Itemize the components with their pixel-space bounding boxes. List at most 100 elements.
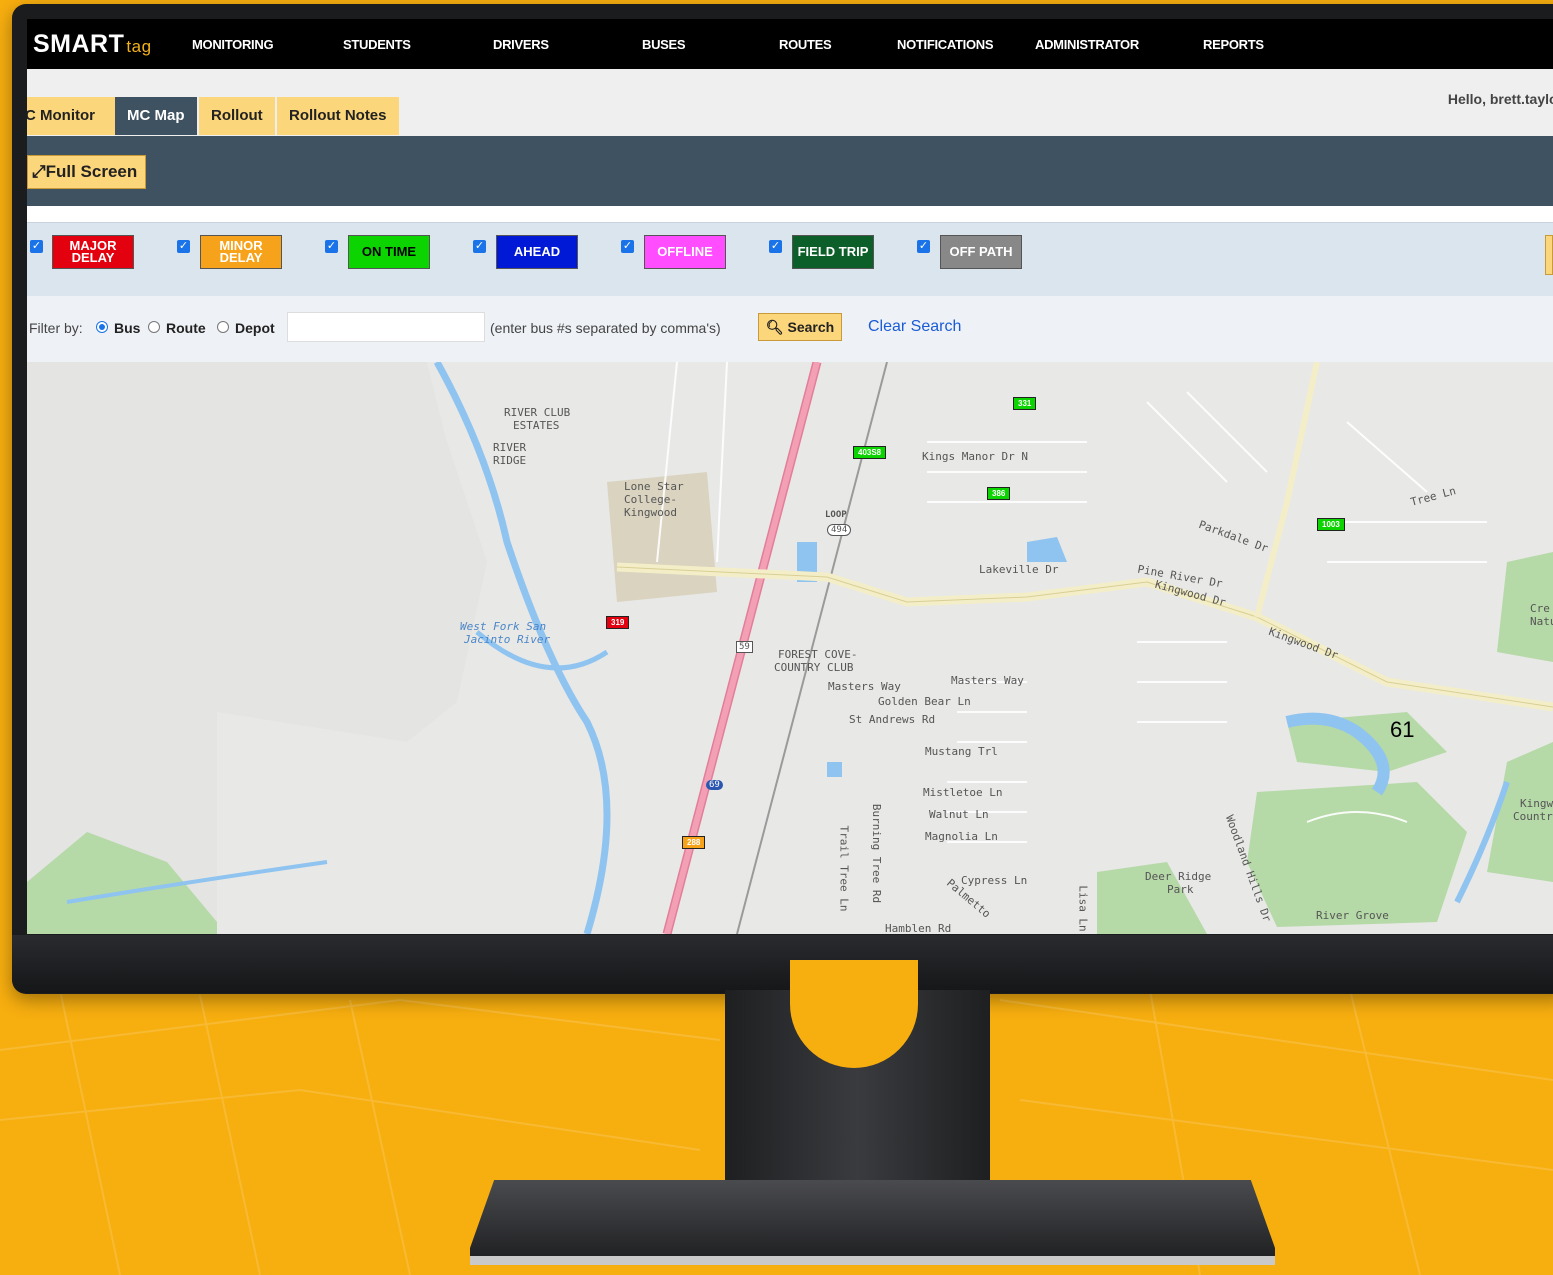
filter-bar: Filter by: Bus Route Depot (enter bus #s…	[27, 296, 1553, 362]
legend-side-button[interactable]	[1545, 235, 1553, 275]
nav-routes[interactable]: ROUTES	[779, 37, 832, 52]
spacer	[27, 206, 1553, 222]
bus-marker[interactable]: 1003	[1317, 518, 1345, 531]
map-label: 494	[827, 524, 852, 536]
bus-marker[interactable]: 403S8	[853, 446, 887, 459]
map-label: Deer Ridge	[1145, 870, 1212, 883]
search-icon: 🔍︎	[765, 319, 784, 335]
checkbox-major-delay[interactable]: ✓	[30, 240, 43, 253]
radio-route[interactable]	[148, 321, 160, 333]
map-label: COUNTRY CLUB	[774, 661, 854, 674]
map-label: Masters Way	[828, 680, 901, 693]
map-label: Cre	[1530, 602, 1550, 615]
map-label: Walnut Ln	[929, 808, 989, 821]
checkbox-offline[interactable]: ✓	[621, 240, 634, 253]
map-label: Golden Bear Ln	[878, 695, 971, 708]
legend-on-time: ON TIME	[348, 235, 430, 269]
checkbox-field-trip[interactable]: ✓	[769, 240, 782, 253]
bus-marker[interactable]: 288	[682, 836, 706, 849]
expand-icon: ⤢	[32, 162, 46, 181]
map-label: ESTATES	[513, 419, 560, 432]
nav-monitoring[interactable]: MONITORING	[192, 37, 274, 52]
map-label: Mustang Trl	[925, 745, 998, 758]
filter-hint: (enter bus #s separated by comma's)	[490, 320, 721, 336]
legend-offline: OFFLINE	[644, 235, 726, 269]
map-label: Countr	[1513, 810, 1553, 823]
map-label: Mistletoe Ln	[923, 786, 1003, 799]
radio-bus-label: Bus	[114, 320, 141, 336]
map-label: River Grove	[1316, 909, 1389, 922]
status-legend: ✓ MAJOR DELAY ✓ MINOR DELAY ✓ ON TIME ✓ …	[27, 222, 1553, 297]
monitor-stand-base	[470, 1180, 1275, 1265]
map-label: Lakeville Dr	[979, 563, 1059, 576]
checkbox-minor-delay[interactable]: ✓	[177, 240, 190, 253]
tab-rollout-notes[interactable]: Rollout Notes	[277, 97, 399, 135]
nav-students[interactable]: STUDENTS	[343, 37, 411, 52]
bus-filter-input[interactable]	[287, 312, 485, 342]
map-label: RIDGE	[493, 454, 527, 467]
monitor-base-edge	[470, 1256, 1275, 1265]
map-label: Lisa Ln	[1076, 885, 1090, 932]
map-label: Kingw	[1520, 797, 1553, 810]
map-label: College-	[624, 493, 677, 506]
map-label: Trail Tree Ln	[837, 825, 851, 912]
radio-bus[interactable]	[96, 321, 108, 333]
map-label: West Fork San	[460, 620, 547, 633]
map-label: Cypress Ln	[961, 874, 1028, 887]
search-label: Search	[787, 319, 835, 335]
clear-search-link[interactable]: Clear Search	[868, 318, 961, 336]
monitor-bezel	[12, 935, 1553, 993]
bus-marker[interactable]: 319	[606, 616, 630, 629]
checkbox-on-time[interactable]: ✓	[325, 240, 338, 253]
tab-rollout[interactable]: Rollout	[199, 97, 275, 135]
legend-off-path: OFF PATH	[940, 235, 1022, 269]
legend-major-delay: MAJOR DELAY	[52, 235, 134, 269]
checkbox-ahead[interactable]: ✓	[473, 240, 486, 253]
search-button[interactable]: 🔍︎ Search	[758, 313, 842, 341]
map-label: Kingwood	[624, 506, 677, 519]
toolbar: ⤢Full Screen	[27, 136, 1553, 206]
app-screen: SMART tag MONITORING STUDENTS DRIVERS BUS…	[27, 19, 1553, 934]
map-label: Natu	[1530, 615, 1553, 628]
tab-mc-monitor[interactable]: C Monitor	[27, 97, 115, 135]
map-label: Jacinto River	[464, 633, 551, 646]
map-label: St Andrews Rd	[849, 713, 936, 726]
map-label: RIVER	[493, 441, 527, 454]
bus-map[interactable]: RIVER CLUB ESTATES RIVER RIDGE Lone Star…	[27, 362, 1553, 934]
map-label: 69	[706, 780, 723, 790]
full-screen-label: Full Screen	[45, 162, 138, 181]
radio-depot-label: Depot	[235, 320, 275, 336]
map-floating-number: 61	[1390, 717, 1415, 742]
map-label: Magnolia Ln	[925, 830, 998, 843]
nav-reports[interactable]: REPORTS	[1203, 37, 1264, 52]
legend-minor-delay: MINOR DELAY	[200, 235, 282, 269]
bus-marker[interactable]: 386	[987, 487, 1011, 500]
smarttag-logo[interactable]: SMART tag	[33, 30, 152, 59]
map-label: FOREST COVE-	[778, 648, 858, 661]
top-nav: SMART tag MONITORING STUDENTS DRIVERS BUS…	[27, 19, 1553, 69]
map-label: Masters Way	[951, 674, 1024, 687]
bus-marker[interactable]: 331	[1013, 397, 1037, 410]
map-label: Hamblen Rd	[885, 922, 952, 934]
tab-bar: C Monitor MC Map Rollout Rollout Notes H…	[27, 69, 1553, 136]
radio-depot[interactable]	[217, 321, 229, 333]
map-label: 59	[736, 641, 753, 653]
filter-label: Filter by:	[29, 320, 83, 336]
map-label: LOOP	[825, 510, 847, 520]
user-greeting: Hello, brett.taylor	[1447, 91, 1553, 107]
full-screen-button[interactable]: ⤢Full Screen	[27, 155, 147, 189]
tab-mc-map[interactable]: MC Map	[115, 97, 197, 135]
radio-route-label: Route	[166, 320, 206, 336]
map-label: RIVER CLUB	[504, 406, 571, 419]
nav-drivers[interactable]: DRIVERS	[493, 37, 549, 52]
nav-administrator[interactable]: ADMINISTRATOR	[1035, 37, 1139, 52]
legend-ahead: AHEAD	[496, 235, 578, 269]
map-label: Lone Star	[624, 480, 684, 493]
map-label: Kings Manor Dr N	[922, 450, 1028, 463]
map-label: Burning Tree Rd	[870, 803, 884, 904]
checkbox-off-path[interactable]: ✓	[917, 240, 930, 253]
legend-field-trip: FIELD TRIP	[792, 235, 874, 269]
map-label: Park	[1167, 883, 1194, 896]
nav-notifications[interactable]: NOTIFICATIONS	[897, 37, 994, 52]
nav-buses[interactable]: BUSES	[642, 37, 686, 52]
